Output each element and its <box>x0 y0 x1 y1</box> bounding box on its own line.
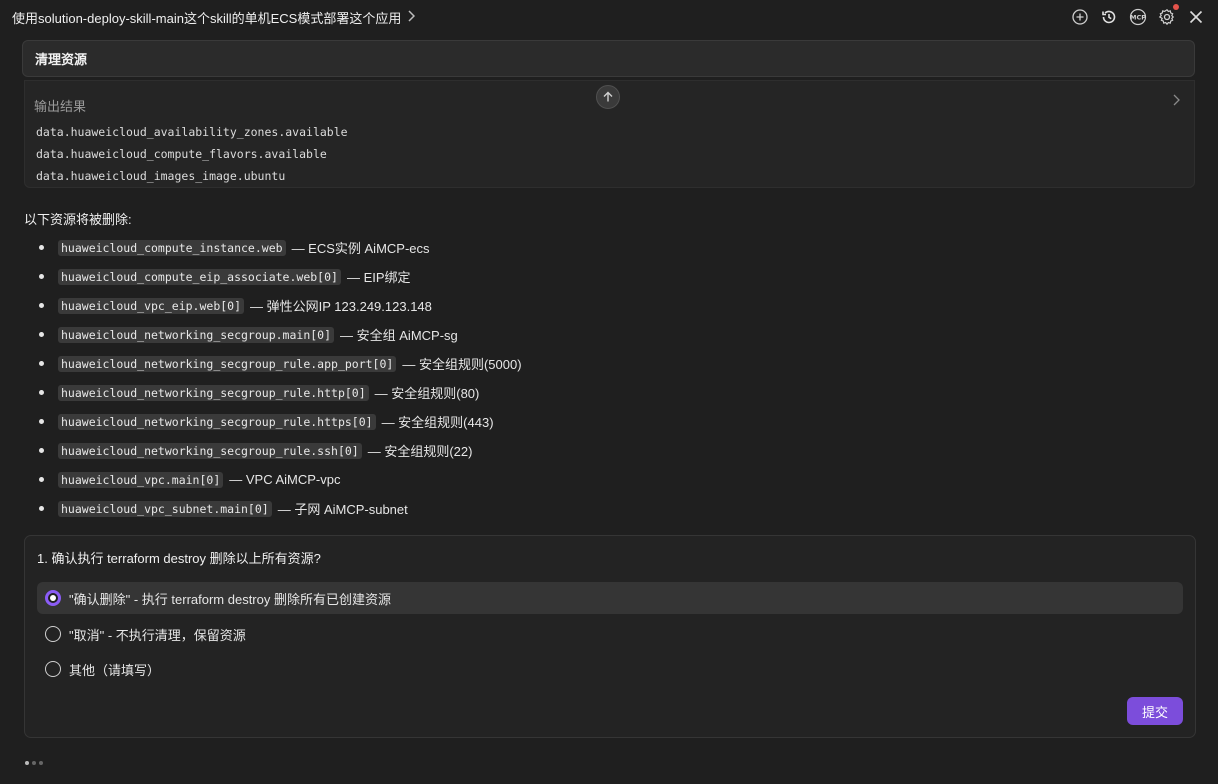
list-item: huaweicloud_compute_instance.web — ECS实例 … <box>24 233 522 262</box>
task-step-label: 清理资源 <box>35 52 88 67</box>
list-item: huaweicloud_compute_eip_associate.web[0]… <box>24 262 522 291</box>
list-item: huaweicloud_networking_secgroup.main[0] —… <box>24 320 522 349</box>
resource-code: huaweicloud_networking_secgroup_rule.app… <box>58 355 397 372</box>
list-item: huaweicloud_networking_secgroup_rule.htt… <box>24 407 522 436</box>
question-title: 1. 确认执行 terraform destroy 删除以上所有资源? <box>37 551 321 566</box>
option-label: "取消" - 不执行清理，保留资源 <box>69 627 246 643</box>
output-header[interactable]: 输出结果 <box>34 96 86 115</box>
resource-desc: — 安全组规则(80) <box>374 386 480 401</box>
resource-desc: — VPC AiMCP-vpc <box>229 472 341 487</box>
resource-code: huaweicloud_compute_eip_associate.web[0] <box>58 268 341 285</box>
mcp-icon[interactable]: MCP <box>1127 6 1148 27</box>
output-line: data.huaweicloud_availability_zones.avai… <box>36 125 348 139</box>
resource-code: huaweicloud_vpc_eip.web[0] <box>58 297 245 314</box>
option-label: "确认删除" - 执行 terraform destroy 删除所有已创建资源 <box>69 591 391 607</box>
resource-code: huaweicloud_networking_secgroup_rule.ssh… <box>58 442 362 459</box>
resource-code: huaweicloud_vpc.main[0] <box>58 471 224 488</box>
resource-code: huaweicloud_networking_secgroup.main[0] <box>58 326 335 343</box>
resource-code: huaweicloud_compute_instance.web <box>58 239 286 256</box>
resource-code: huaweicloud_vpc_subnet.main[0] <box>58 500 272 517</box>
new-chat-icon[interactable] <box>1069 6 1090 27</box>
mcp-label: MCP <box>1129 13 1145 21</box>
confirmation-question: 1. 确认执行 terraform destroy 删除以上所有资源? "确认删… <box>24 535 1196 738</box>
arrow-up-icon <box>603 91 613 102</box>
option-label: 其他（请填写） <box>69 662 161 678</box>
radio-selected[interactable] <box>45 590 61 606</box>
resource-desc: — 安全组规则(22) <box>367 444 473 459</box>
resource-code: huaweicloud_networking_secgroup_rule.htt… <box>58 413 376 430</box>
resource-desc: — 安全组 AiMCP-sg <box>340 328 458 343</box>
resource-list: huaweicloud_compute_instance.web — ECS实例 … <box>24 233 522 523</box>
option-cancel[interactable]: "取消" - 不执行清理，保留资源 <box>37 618 1183 650</box>
top-bar: 使用solution-deploy-skill-main这个skill的单机EC… <box>0 0 1218 34</box>
settings-icon[interactable] <box>1156 4 1179 27</box>
list-item: huaweicloud_vpc_eip.web[0] — 弹性公网IP 123.2… <box>24 291 522 320</box>
notification-dot <box>1173 4 1179 10</box>
close-icon[interactable] <box>1185 6 1206 27</box>
list-item: huaweicloud_networking_secgroup_rule.ssh… <box>24 436 522 465</box>
resource-desc: — 安全组规则(5000) <box>402 357 522 372</box>
loading-indicator <box>25 761 43 765</box>
conversation-title[interactable]: 使用solution-deploy-skill-main这个skill的单机EC… <box>12 8 401 27</box>
resource-desc: — EIP绑定 <box>346 270 411 285</box>
output-line: data.huaweicloud_images_image.ubuntu <box>36 169 286 183</box>
output-line: data.huaweicloud_compute_flavors.availab… <box>36 147 327 161</box>
task-step-header[interactable]: 清理资源 <box>22 40 1195 77</box>
resource-desc: — 安全组规则(443) <box>381 415 494 430</box>
resources-heading: 以下资源将被删除: <box>24 212 132 227</box>
submit-button[interactable]: 提交 <box>1127 697 1183 725</box>
scroll-to-top-button[interactable] <box>596 85 620 109</box>
radio-unselected[interactable] <box>45 626 61 642</box>
chevron-right-icon[interactable] <box>1172 94 1180 109</box>
list-item: huaweicloud_networking_secgroup_rule.htt… <box>24 378 522 407</box>
list-item: huaweicloud_networking_secgroup_rule.app… <box>24 349 522 378</box>
option-other[interactable]: 其他（请填写） <box>37 653 1183 685</box>
history-icon[interactable] <box>1098 6 1119 27</box>
chevron-right-icon[interactable] <box>407 9 416 25</box>
resource-desc: — 弹性公网IP 123.249.123.148 <box>250 299 432 314</box>
list-item: huaweicloud_vpc_subnet.main[0] — 子网 AiMCP… <box>24 494 522 523</box>
list-item: huaweicloud_vpc.main[0] — VPC AiMCP-vpc <box>24 465 522 494</box>
resource-desc: — ECS实例 AiMCP-ecs <box>291 241 430 256</box>
resource-desc: — 子网 AiMCP-subnet <box>277 502 408 517</box>
option-confirm-delete[interactable]: "确认删除" - 执行 terraform destroy 删除所有已创建资源 <box>37 582 1183 614</box>
resource-code: huaweicloud_networking_secgroup_rule.htt… <box>58 384 369 401</box>
radio-unselected[interactable] <box>45 661 61 677</box>
